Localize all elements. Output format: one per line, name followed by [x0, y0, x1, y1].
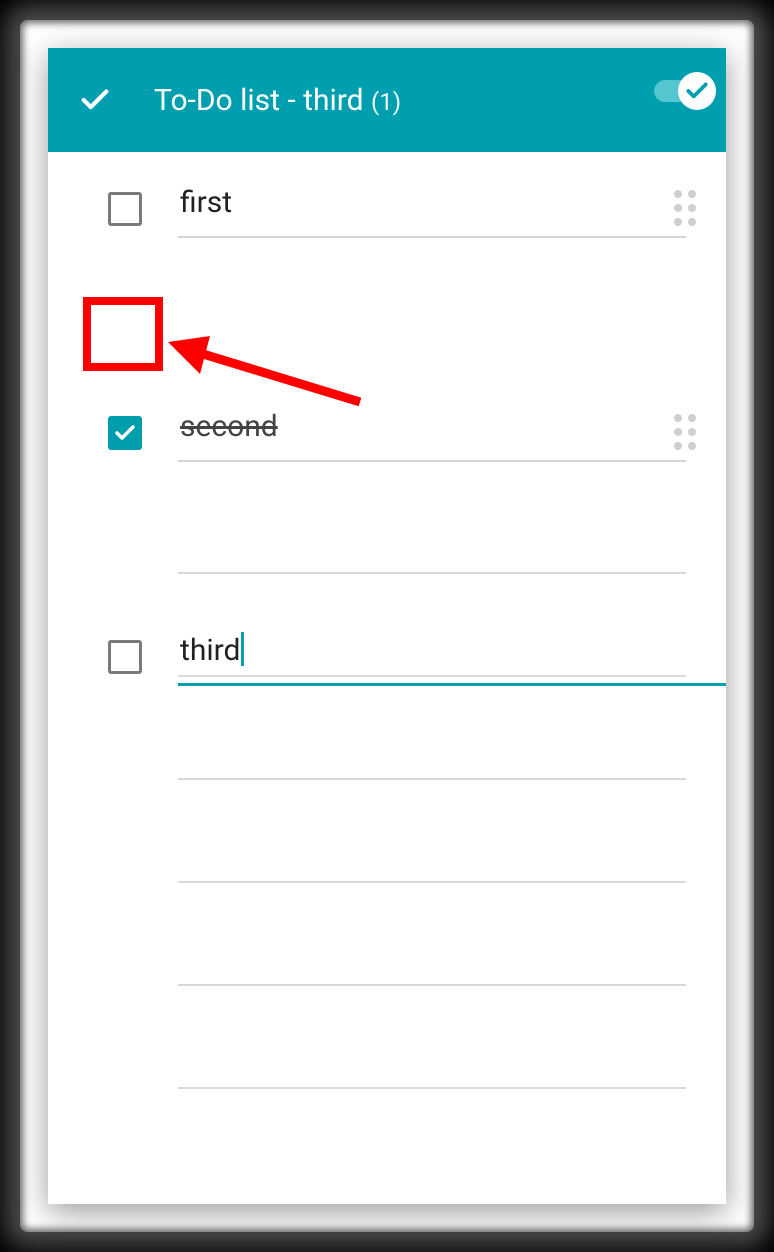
blank-line[interactable] — [178, 675, 686, 677]
text-cursor-icon — [241, 632, 244, 666]
item-text[interactable]: first — [180, 185, 232, 220]
drag-handle-icon[interactable] — [674, 190, 696, 226]
item-text-editing[interactable]: third — [180, 632, 244, 668]
toggle-knob-check-icon — [678, 72, 716, 110]
item-underline-active — [178, 683, 726, 686]
back-check-icon[interactable] — [78, 83, 112, 117]
checkbox[interactable] — [108, 416, 142, 450]
blank-line[interactable] — [178, 778, 686, 780]
blank-line[interactable] — [178, 572, 686, 574]
blank-line[interactable] — [178, 1087, 686, 1089]
checkbox[interactable] — [108, 192, 142, 226]
app-bar: To-Do list - third (1) — [48, 48, 726, 152]
blank-line[interactable] — [178, 984, 686, 986]
list-item: first — [48, 152, 726, 264]
item-underline — [178, 460, 686, 462]
title-text: To-Do list - third — [154, 83, 364, 118]
checkbox[interactable] — [108, 640, 142, 674]
title-count: (1) — [371, 88, 401, 116]
item-underline — [178, 236, 686, 238]
annotation-arrow-icon — [150, 330, 380, 420]
page-title: To-Do list - third (1) — [154, 83, 401, 118]
drag-handle-icon[interactable] — [674, 414, 696, 450]
item-text: third — [180, 633, 240, 668]
done-toggle[interactable] — [654, 80, 704, 102]
list-item: third — [48, 600, 726, 712]
blank-line[interactable] — [178, 881, 686, 883]
